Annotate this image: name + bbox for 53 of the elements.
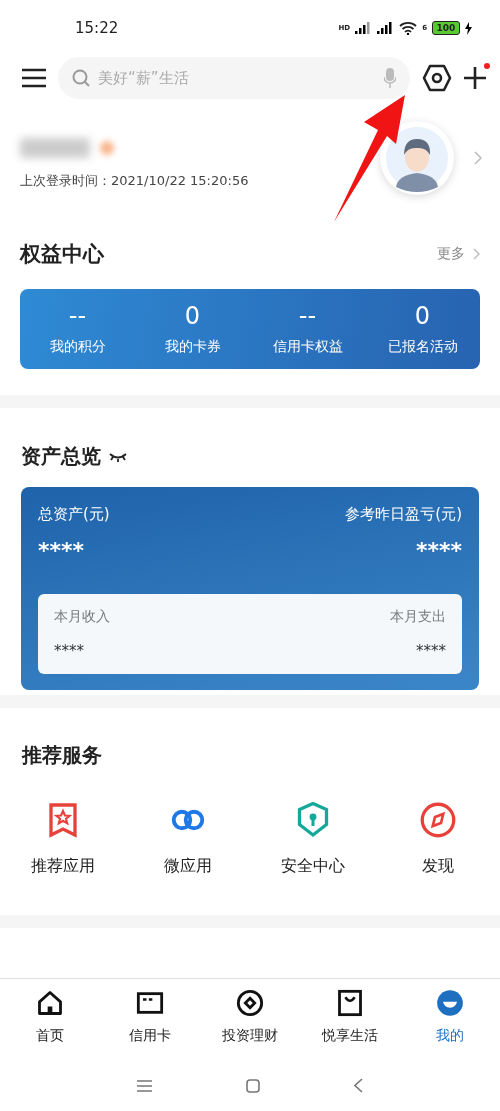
more-link[interactable]: 更多 xyxy=(437,245,480,263)
back-icon[interactable] xyxy=(354,1078,363,1093)
wifi-icon xyxy=(399,21,418,35)
expense-value: **** xyxy=(416,642,446,660)
expense-label: 本月支出 xyxy=(390,608,446,626)
service-label[interactable]: 发现 xyxy=(421,856,454,877)
search-icon xyxy=(72,69,90,87)
tab-item[interactable]: 信用卡 xyxy=(100,989,200,1060)
rights-label[interactable]: 我的卡券 xyxy=(164,338,221,356)
rights-value: 0 xyxy=(414,302,431,330)
profile-icon xyxy=(436,989,464,1017)
status-time: 15:22 xyxy=(75,19,120,37)
tab-item[interactable]: 投资理财 xyxy=(200,989,300,1060)
compass-icon[interactable] xyxy=(419,802,456,838)
rights-label[interactable]: 信用卡权益 xyxy=(272,338,343,356)
add-icon[interactable] xyxy=(464,67,486,89)
service-label[interactable]: 推荐应用 xyxy=(30,856,95,877)
rights-label[interactable]: 已报名活动 xyxy=(387,338,458,356)
rights-value: 0 xyxy=(184,302,201,330)
battery-level: 100 xyxy=(432,21,460,35)
blurred-badge xyxy=(100,140,114,155)
blurred-name xyxy=(20,137,90,158)
last-login-text: 上次登录时间：2021/10/22 15:20:56 xyxy=(20,171,250,190)
search-bar[interactable]: 美好“薪”生活 xyxy=(58,57,410,99)
rights-label[interactable]: 我的积分 xyxy=(49,338,106,356)
income-label: 本月收入 xyxy=(54,608,110,626)
settings-icon[interactable] xyxy=(422,64,452,92)
total-assets-label: 总资产(元) xyxy=(38,505,110,524)
tab-item[interactable]: 我的 xyxy=(400,989,500,1060)
chevron-right-icon xyxy=(473,248,480,260)
signal-icon xyxy=(377,22,395,34)
tab-item[interactable]: 首页 xyxy=(0,989,100,1060)
income-value: **** xyxy=(54,642,84,660)
profit-loss-label: 参考昨日盈亏(元) xyxy=(345,505,462,524)
signal-icon xyxy=(355,22,373,34)
service-label[interactable]: 安全中心 xyxy=(280,856,345,877)
rights-value: -- xyxy=(298,302,317,330)
search-field[interactable]: 美好“薪”生活 xyxy=(96,68,378,88)
eye-closed-icon[interactable] xyxy=(109,451,127,462)
menu-icon[interactable] xyxy=(22,68,46,88)
diamond-circle-icon xyxy=(236,989,264,1017)
section-title: 资产总览 xyxy=(21,443,101,470)
rights-value: -- xyxy=(68,302,87,330)
home-icon xyxy=(36,989,64,1017)
tab-item[interactable]: 悦享生活 xyxy=(300,989,400,1060)
section-title: 推荐服务 xyxy=(22,741,103,769)
card-icon xyxy=(136,989,164,1017)
profit-loss-value: **** xyxy=(415,538,462,563)
bag-icon xyxy=(336,989,364,1017)
service-label[interactable]: 微应用 xyxy=(163,856,212,877)
home-square-icon[interactable] xyxy=(246,1078,260,1093)
section-title: 权益中心 xyxy=(20,241,105,268)
total-assets-value: **** xyxy=(38,538,85,563)
